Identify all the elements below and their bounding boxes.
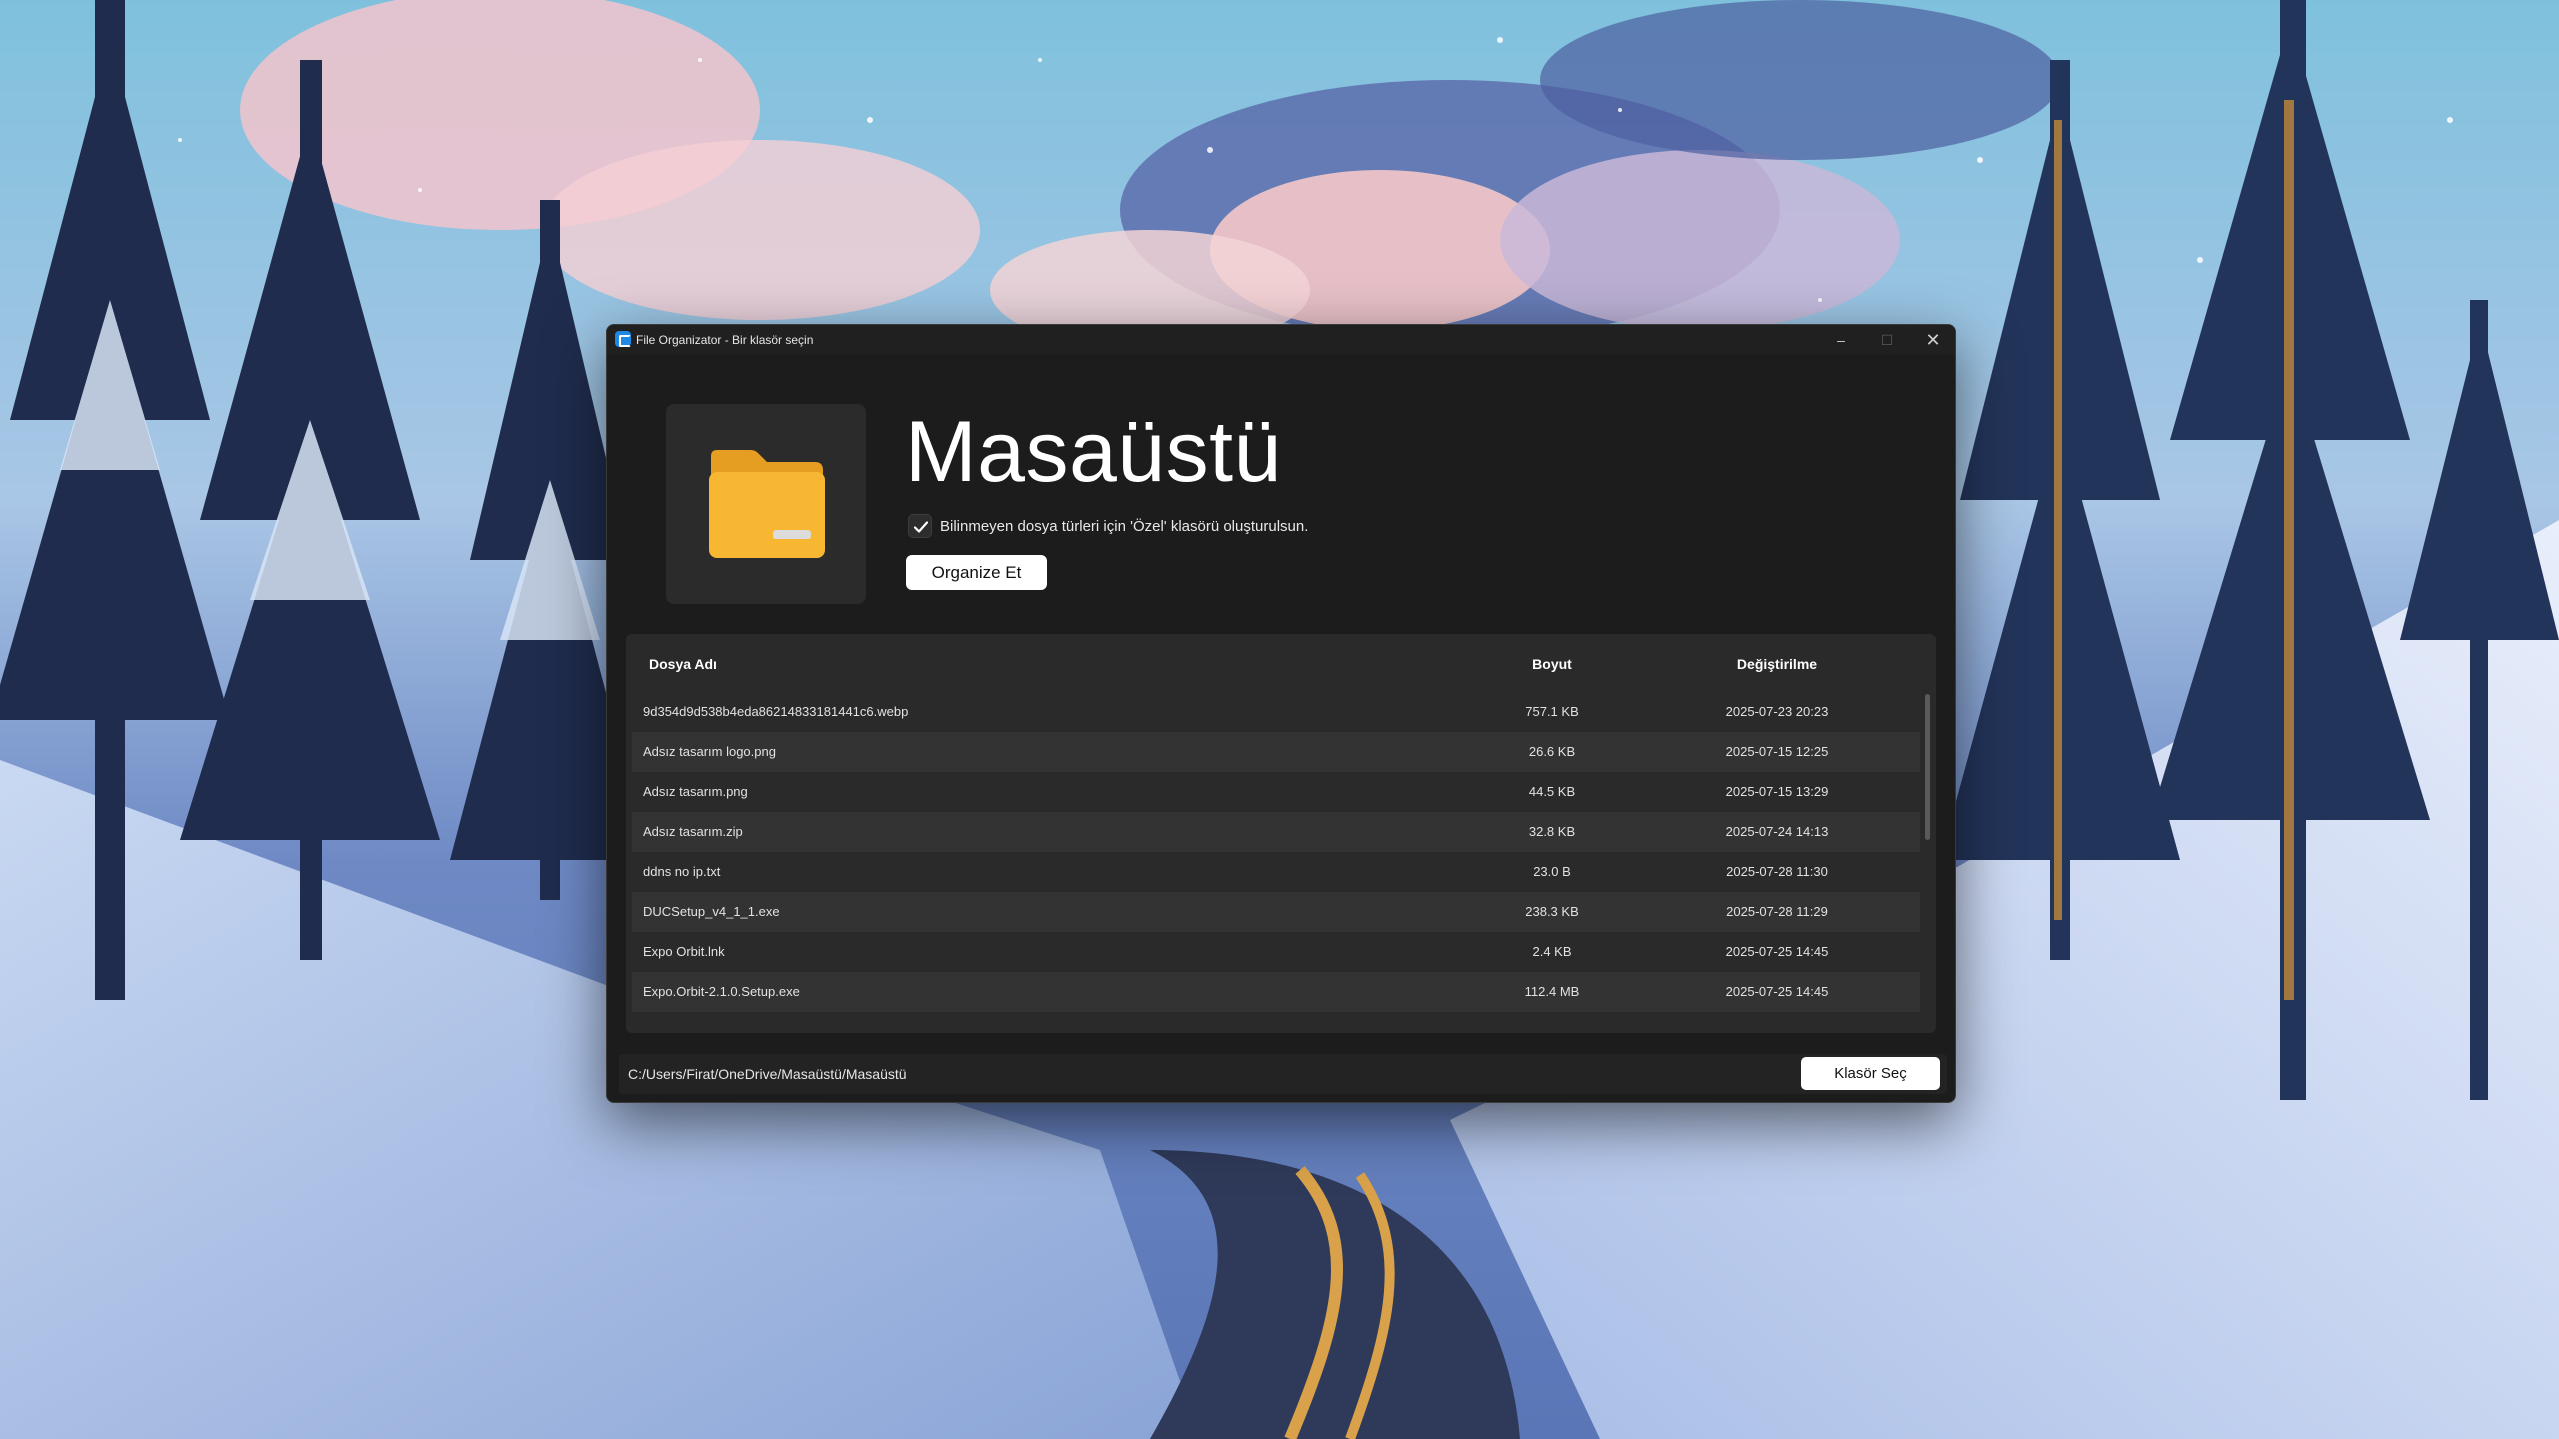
column-header-modified[interactable]: Değiştirilme bbox=[1707, 656, 1847, 672]
file-table: Dosya Adı Boyut Değiştirilme 9d354d9d538… bbox=[626, 634, 1936, 1033]
select-folder-button[interactable]: Klasör Seç bbox=[1801, 1057, 1940, 1090]
file-size: 112.4 MB bbox=[1524, 984, 1580, 999]
table-row[interactable]: 9d354d9d538b4eda86214833181441c6.webp 75… bbox=[632, 692, 1920, 732]
file-modified: 2025-07-25 14:45 bbox=[1725, 944, 1829, 959]
table-row[interactable]: Adsız tasarım logo.png 26.6 KB 2025-07-1… bbox=[632, 732, 1920, 772]
table-row[interactable]: Adsız tasarım.png 44.5 KB 2025-07-15 13:… bbox=[632, 772, 1920, 812]
file-name: DUCSetup_v4_1_1.exe bbox=[643, 904, 780, 919]
table-row[interactable]: Expo.Orbit-2.1.0.Setup.exe 112.4 MB 2025… bbox=[632, 972, 1920, 1012]
folder-path: C:/Users/Firat/OneDrive/Masaüstü/Masaüst… bbox=[628, 1066, 907, 1082]
table-row[interactable]: DUCSetup_v4_1_1.exe 238.3 KB 2025-07-28 … bbox=[632, 892, 1920, 932]
create-custom-folder-checkbox[interactable] bbox=[908, 514, 932, 538]
file-name: 9d354d9d538b4eda86214833181441c6.webp bbox=[643, 704, 909, 719]
file-modified: 2025-07-15 12:25 bbox=[1725, 744, 1829, 759]
organize-button[interactable]: Organize Et bbox=[906, 555, 1047, 590]
file-modified: 2025-07-15 13:29 bbox=[1725, 784, 1829, 799]
window-title: File Organizator - Bir klasör seçin bbox=[636, 333, 814, 347]
file-modified: 2025-07-28 11:30 bbox=[1726, 864, 1828, 879]
app-icon bbox=[615, 331, 631, 347]
scrollbar-thumb[interactable] bbox=[1925, 694, 1930, 840]
file-size: 757.1 KB bbox=[1525, 704, 1579, 719]
file-name: Expo Orbit.lnk bbox=[643, 944, 725, 959]
table-header: Dosya Adı Boyut Değiştirilme bbox=[626, 634, 1936, 692]
file-name: Expo.Orbit-2.1.0.Setup.exe bbox=[643, 984, 800, 999]
file-size: 2.4 KB bbox=[1532, 944, 1572, 959]
close-button[interactable]: ✕ bbox=[1910, 325, 1955, 355]
file-size: 26.6 KB bbox=[1528, 744, 1576, 759]
maximize-button[interactable]: ☐ bbox=[1864, 325, 1910, 355]
title-bar[interactable]: File Organizator - Bir klasör seçin – ☐ … bbox=[607, 325, 1955, 355]
file-size: 32.8 KB bbox=[1528, 824, 1576, 839]
file-modified: 2025-07-28 11:29 bbox=[1726, 904, 1828, 919]
unknown-types-option[interactable]: Bilinmeyen dosya türleri için 'Özel' kla… bbox=[908, 514, 1308, 538]
folder-preview bbox=[666, 404, 866, 604]
file-modified: 2025-07-25 14:45 bbox=[1725, 984, 1829, 999]
file-name: Adsız tasarım.zip bbox=[643, 824, 743, 839]
column-header-name[interactable]: Dosya Adı bbox=[649, 656, 717, 672]
checkmark-icon bbox=[913, 521, 929, 533]
path-bar: C:/Users/Firat/OneDrive/Masaüstü/Masaüst… bbox=[619, 1054, 1947, 1094]
file-modified: 2025-07-23 20:23 bbox=[1725, 704, 1829, 719]
file-size: 238.3 KB bbox=[1525, 904, 1579, 919]
checkbox-label: Bilinmeyen dosya türleri için 'Özel' kla… bbox=[940, 517, 1309, 535]
minimize-button[interactable]: – bbox=[1818, 325, 1864, 355]
table-row[interactable]: ddns no ip.txt 23.0 B 2025-07-28 11:30 bbox=[632, 852, 1920, 892]
file-size: 44.5 KB bbox=[1528, 784, 1576, 799]
file-name: Adsız tasarım.png bbox=[643, 784, 748, 799]
file-size: 23.0 B bbox=[1533, 864, 1571, 879]
file-name: ddns no ip.txt bbox=[643, 864, 721, 879]
table-body: 9d354d9d538b4eda86214833181441c6.webp 75… bbox=[632, 692, 1920, 1012]
folder-name-heading: Masaüstü bbox=[905, 404, 1282, 500]
app-window: File Organizator - Bir klasör seçin – ☐ … bbox=[606, 324, 1956, 1103]
table-row[interactable]: Expo Orbit.lnk 2.4 KB 2025-07-25 14:45 bbox=[632, 932, 1920, 972]
file-modified: 2025-07-24 14:13 bbox=[1725, 824, 1829, 839]
column-header-size[interactable]: Boyut bbox=[1507, 656, 1597, 672]
table-scrollbar[interactable] bbox=[1925, 692, 1931, 1022]
file-name: Adsız tasarım logo.png bbox=[643, 744, 776, 759]
table-row[interactable]: Adsız tasarım.zip 32.8 KB 2025-07-24 14:… bbox=[632, 812, 1920, 852]
folder-icon bbox=[709, 450, 825, 558]
